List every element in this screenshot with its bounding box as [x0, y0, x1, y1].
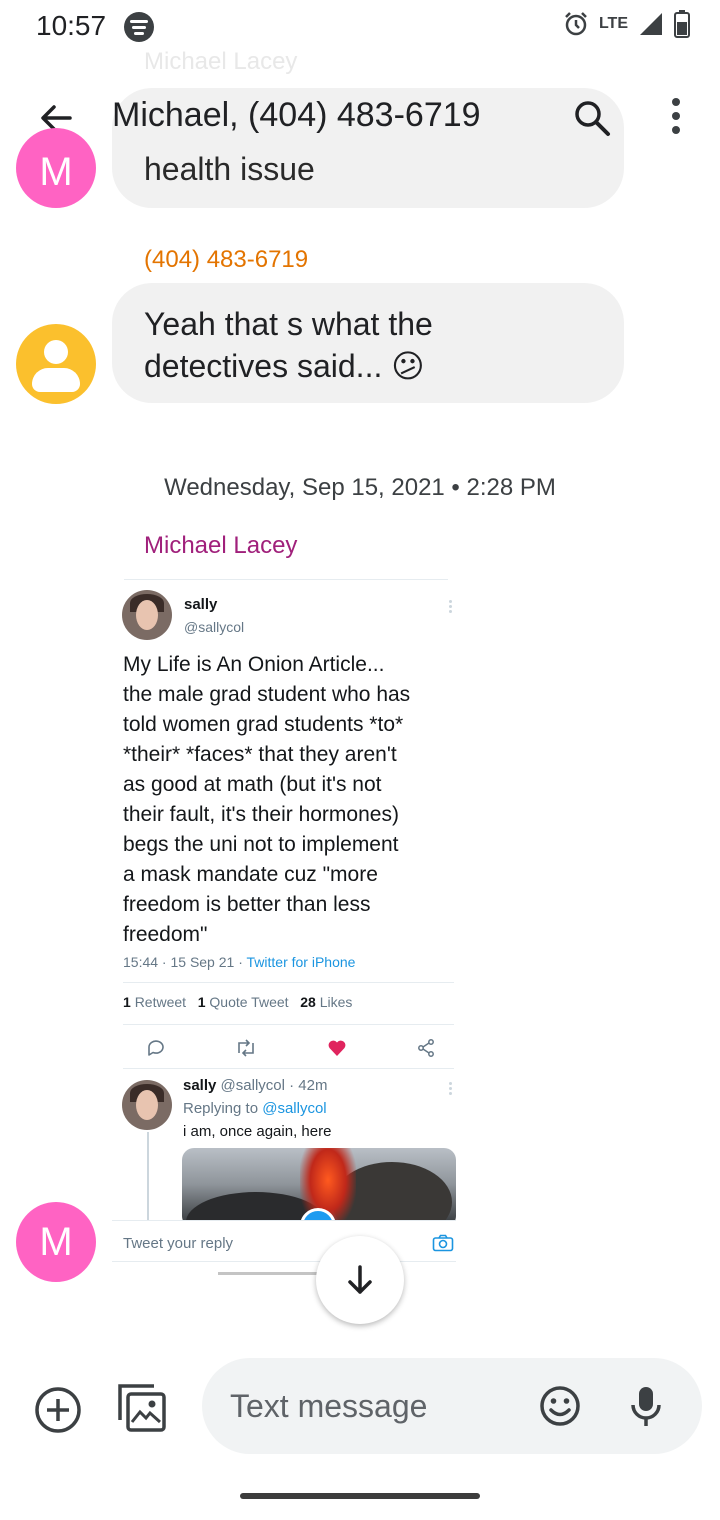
- tweet-image-attachment[interactable]: sally @sallycol My Life is An Onion Arti…: [112, 570, 462, 1220]
- emoji-icon[interactable]: [538, 1384, 582, 1428]
- tweet-avatar: [122, 590, 172, 640]
- divider: [123, 982, 454, 983]
- app-bar: Michael, (404) 483-6719: [0, 76, 720, 160]
- mic-icon[interactable]: [626, 1384, 666, 1428]
- gallery-icon[interactable]: [116, 1382, 170, 1436]
- reply-text: i am, once again, here: [183, 1123, 332, 1140]
- tweet-author-name: sally: [184, 596, 218, 613]
- tweet-stats: 1 Retweet 1 Quote Tweet 28 Likes: [123, 994, 353, 1010]
- reply-header: sally @sallycol · 42m: [183, 1077, 328, 1094]
- sender-phone-label: (404) 483-6719: [144, 246, 309, 273]
- avatar-michael[interactable]: M: [16, 128, 96, 208]
- search-icon[interactable]: [570, 96, 614, 140]
- divider: [124, 579, 448, 580]
- thread-line: [147, 1132, 149, 1220]
- conversation-title: Michael, (404) 483-6719: [112, 96, 481, 134]
- retweet-icon: [238, 1039, 255, 1057]
- scroll-to-bottom-button[interactable]: [316, 1236, 404, 1324]
- tweet-source: Twitter for iPhone: [246, 954, 356, 970]
- signal-icon: [640, 13, 662, 35]
- message-bubble[interactable]: Yeah that s what the detectives said... …: [112, 283, 624, 403]
- tweet-actions: [146, 1038, 436, 1058]
- camera-icon: [432, 1234, 454, 1252]
- gesture-nav-handle[interactable]: [240, 1493, 480, 1499]
- avatar-unknown-contact[interactable]: [16, 324, 96, 404]
- tweet-timestamp: 15:44 · 15 Sep 21 · Twitter for iPhone: [123, 954, 356, 970]
- tweet-reply-placeholder: Tweet your reply: [123, 1235, 234, 1252]
- message-input-placeholder: Text message: [230, 1388, 428, 1424]
- tweet-author-handle: @sallycol: [184, 619, 245, 635]
- status-bar: 10:57 LTE: [0, 0, 720, 54]
- network-type: LTE: [598, 15, 628, 32]
- avatar-michael[interactable]: M: [16, 1202, 96, 1282]
- avatar-letter: M: [39, 1220, 73, 1264]
- sender-name-label: Michael Lacey: [144, 532, 298, 559]
- alarm-icon: [565, 12, 587, 36]
- date-separator: Wednesday, Sep 15, 2021 • 2:28 PM: [164, 474, 556, 501]
- divider: [123, 1068, 454, 1069]
- replying-to: Replying to @sallycol: [183, 1100, 327, 1117]
- reply-more-icon: [449, 1082, 452, 1097]
- volcano-image: [182, 1148, 456, 1220]
- message-text: Yeah that s what the detectives said... …: [144, 306, 433, 384]
- compose-bar: Text message: [0, 1358, 720, 1454]
- divider: [123, 1024, 454, 1025]
- add-circle-icon[interactable]: [32, 1384, 84, 1436]
- reply-avatar: [122, 1080, 172, 1130]
- tweet-reply-bar: Tweet your reply: [112, 1220, 456, 1262]
- divider: [218, 1272, 328, 1275]
- more-vert-icon[interactable]: [668, 98, 684, 140]
- battery-icon: [674, 10, 690, 38]
- status-time: 10:57: [36, 10, 107, 41]
- share-icon: [418, 1039, 434, 1057]
- faded-sender-name: Michael Lacey: [144, 48, 298, 75]
- tweet-text: My Life is An Onion Article... the male …: [123, 653, 411, 946]
- person-icon: [44, 340, 68, 364]
- like-icon: [328, 1040, 346, 1056]
- arrow-down-icon: [348, 1265, 372, 1294]
- tweet-more-icon: [449, 600, 452, 615]
- avatar-letter: M: [39, 150, 73, 194]
- spotify-icon: [124, 12, 154, 42]
- status-icons: LTE: [563, 10, 690, 38]
- reply-icon: [148, 1040, 164, 1056]
- message-input[interactable]: Text message: [202, 1358, 702, 1454]
